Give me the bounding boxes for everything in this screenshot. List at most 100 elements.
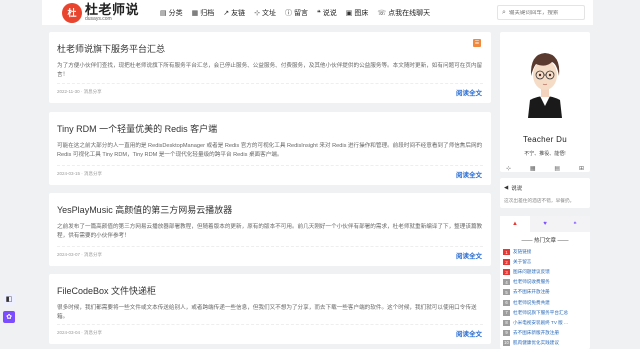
hot-article-link[interactable]: 杜老师说免费共建 — [513, 300, 550, 306]
post-excerpt: 可能在这之前大部分的人一直用的是 RedisDesktopManager 或者是… — [57, 143, 483, 159]
nav-item-5[interactable]: ❝ 说说 — [317, 8, 337, 18]
post-divider — [57, 83, 483, 84]
post-meta: 2022-11-30 · 消息分享 — [57, 89, 102, 94]
profile-motto: 不宁、推役、能悟! — [524, 151, 566, 157]
post-excerpt: 为了方便小伙伴们查找，现把杜老师说旗下所有服务平台汇总，会已停止服务、公益服务、… — [57, 63, 483, 79]
folder-icon: ▤ — [160, 9, 167, 17]
nav-item-label: 点我在线聊天 — [388, 9, 431, 17]
nav-item-4[interactable]: ⓘ 留言 — [285, 8, 308, 18]
read-more-link[interactable]: 阅读全文 — [456, 169, 482, 179]
post-title[interactable]: 杜老师说旗下服务平台汇总 — [57, 42, 165, 55]
nav-item-label: 归档 — [200, 9, 215, 17]
list-item: 8 小米电视安装剧终 TV 版 ... — [503, 318, 588, 328]
post-excerpt: 之前发布了一篇高颜值的第三方网易云播放器部署教程，但随着版本的更新，原有的版本不… — [57, 224, 483, 240]
book-icon[interactable]: ▤ — [554, 165, 560, 172]
post-title[interactable]: Tiny RDM 一个轻量优美的 Redis 客户端 — [57, 122, 217, 135]
list-item: 10 肌肉健康优化实践建议 — [503, 338, 588, 348]
rank-badge: 3 — [503, 269, 510, 276]
rank-badge: 2 — [503, 259, 510, 266]
rank-badge: 1 — [503, 249, 510, 256]
theme-icon[interactable]: ✿ — [3, 311, 15, 323]
nav-item-3[interactable]: ⊹ 文址 — [254, 8, 276, 18]
search-icon: ⌕ — [502, 8, 506, 16]
rank-badge: 7 — [503, 309, 510, 316]
search-input[interactable] — [508, 9, 579, 16]
post-card: Tiny RDM 一个轻量优美的 Redis 客户端 可能在这之前大部分的人一直… — [49, 112, 491, 185]
notice-card: ◀ 说说 这次出差住的酒店不错，早餐扔。 — [500, 178, 590, 208]
phone-icon: ☏ — [377, 9, 387, 17]
nav-item-label: 文址 — [262, 9, 276, 17]
hot-article-link[interactable]: 肌肉健康优化实践建议 — [513, 340, 559, 346]
read-more-link[interactable]: 阅读全文 — [456, 328, 482, 338]
chat-icon: ❝ — [317, 9, 321, 17]
info-icon: ⓘ — [285, 9, 292, 17]
hot-article-link[interactable]: 杜老师说收费服务 — [513, 279, 550, 285]
rss-icon[interactable]: ⊹ — [506, 165, 511, 172]
site-header: 杜 杜老师说 dusays.com ▤ 分类 ▦ 归档 ↗ 友链 ⊹ 文址 ⓘ 留言 ❝ 说说 ▣ 图床 ☏… — [42, 0, 593, 25]
hot-article-link[interactable]: 去不图床新版开放注册 — [513, 330, 559, 336]
list-item: 3 图床问题建议反馈 — [503, 267, 588, 277]
post-card: 杜老师说旗下服务平台汇总 ☰ 为了方便小伙伴们查找，现把杜老师说旗下所有服务平台… — [49, 32, 491, 103]
read-more-link[interactable]: 阅读全文 — [456, 87, 482, 97]
reading-mode-icon[interactable]: ◧ — [3, 293, 15, 305]
rss-icon: ⊹ — [254, 9, 260, 17]
logo-subtitle: dusays.com — [85, 16, 112, 22]
post-card: FileCodeBox 文件快递柜 很多时候，我们都需要将一些文件或文本传送给别… — [49, 274, 491, 344]
hot-articles-title: —— 热门文章 —— — [521, 238, 569, 244]
tab-hot[interactable]: ▲ — [500, 216, 530, 232]
list-item: 5 去不图床开放注册 — [503, 287, 588, 297]
notice-text: 这次出差住的酒店不错，早餐扔。 — [504, 198, 575, 203]
tab-comment[interactable]: ❝ — [560, 216, 590, 232]
archive-icon: ▦ — [191, 9, 199, 17]
read-more-link[interactable]: 阅读全文 — [456, 250, 482, 260]
post-meta: 2024-03-15 · 消息分享 — [57, 171, 103, 176]
hot-article-link[interactable]: 图床问题建议反馈 — [513, 269, 550, 275]
rank-badge: 9 — [503, 329, 510, 336]
profile-name: Teacher Du — [523, 135, 567, 144]
nav-item-label: 留言 — [294, 9, 308, 17]
hot-articles-card: ▲ ♥ ❝ —— 热门文章 —— 1 友链链接 2 关于留言 3 图床问题建议反馈 4 杜老师说收… — [500, 216, 590, 349]
rank-badge: 6 — [503, 299, 510, 306]
nav-item-6[interactable]: ▣ 图床 — [346, 8, 369, 18]
list-item: 2 关于留言 — [503, 257, 588, 267]
hot-article-link[interactable]: 小米电视安装剧终 TV 版 ... — [513, 320, 568, 326]
list-item: 9 去不图床新版开放注册 — [503, 328, 588, 338]
nav-item-label: 图床 — [354, 9, 369, 17]
search-box[interactable]: ⌕ — [497, 5, 585, 20]
logo-mark: 杜 — [62, 2, 82, 23]
pinned-icon: ☰ — [473, 39, 481, 47]
list-item: 7 杜老师说旗下服务平台汇总 — [503, 308, 588, 318]
comment-icon: ❝ — [573, 221, 577, 228]
calendar-icon[interactable]: ▦ — [530, 165, 536, 172]
sidebar-tabs: ▲ ♥ ❝ — [500, 216, 590, 232]
sitemap-icon[interactable]: ⊞ — [579, 165, 584, 172]
post-title[interactable]: FileCodeBox 文件快递柜 — [57, 284, 156, 297]
main-nav: ▤ 分类 ▦ 归档 ↗ 友链 ⊹ 文址 ⓘ 留言 ❝ 说说 ▣ 图床 ☏ 点我在线聊天 — [160, 8, 439, 18]
post-divider — [57, 246, 483, 247]
post-divider — [57, 324, 483, 325]
post-excerpt: 很多时候，我们都需要将一些文件或文本传送给别人，或者跨端传递一些信息，但我们又不… — [57, 305, 477, 321]
hot-icon: ▲ — [512, 221, 518, 227]
avatar[interactable] — [522, 44, 568, 118]
nav-item-label: 分类 — [168, 9, 183, 17]
tab-like[interactable]: ♥ — [530, 216, 560, 232]
hot-article-link[interactable]: 杜老师说旗下服务平台汇总 — [513, 310, 568, 316]
logo-title: 杜老师说 — [85, 2, 140, 17]
list-item: 4 杜老师说收费服务 — [503, 277, 588, 287]
notice-title: 说说 — [511, 186, 523, 192]
list-item: 6 杜老师说免费共建 — [503, 297, 588, 307]
nav-item-1[interactable]: ▦ 归档 — [192, 8, 215, 18]
site-logo[interactable]: 杜 杜老师说 dusays.com — [62, 2, 152, 23]
rank-badge: 4 — [503, 279, 510, 286]
profile-card: Teacher Du 不宁、推役、能悟! ⊹ ▦ ▤ ⊞ — [500, 32, 590, 172]
nav-item-7[interactable]: ☏ 点我在线聊天 — [377, 8, 430, 18]
nav-item-0[interactable]: ▤ 分类 — [160, 8, 183, 18]
hot-article-link[interactable]: 去不图床开放注册 — [513, 289, 550, 295]
like-icon: ♥ — [543, 221, 547, 227]
nav-item-2[interactable]: ↗ 友链 — [223, 8, 245, 18]
post-title[interactable]: YesPlayMusic 高颜值的第三方网易云播放器 — [57, 203, 232, 216]
hot-article-link[interactable]: 友链链接 — [513, 249, 531, 255]
rank-badge: 10 — [503, 339, 510, 346]
profile-links: ⊹ ▦ ▤ ⊞ — [506, 165, 584, 172]
hot-article-link[interactable]: 关于留言 — [513, 259, 531, 265]
